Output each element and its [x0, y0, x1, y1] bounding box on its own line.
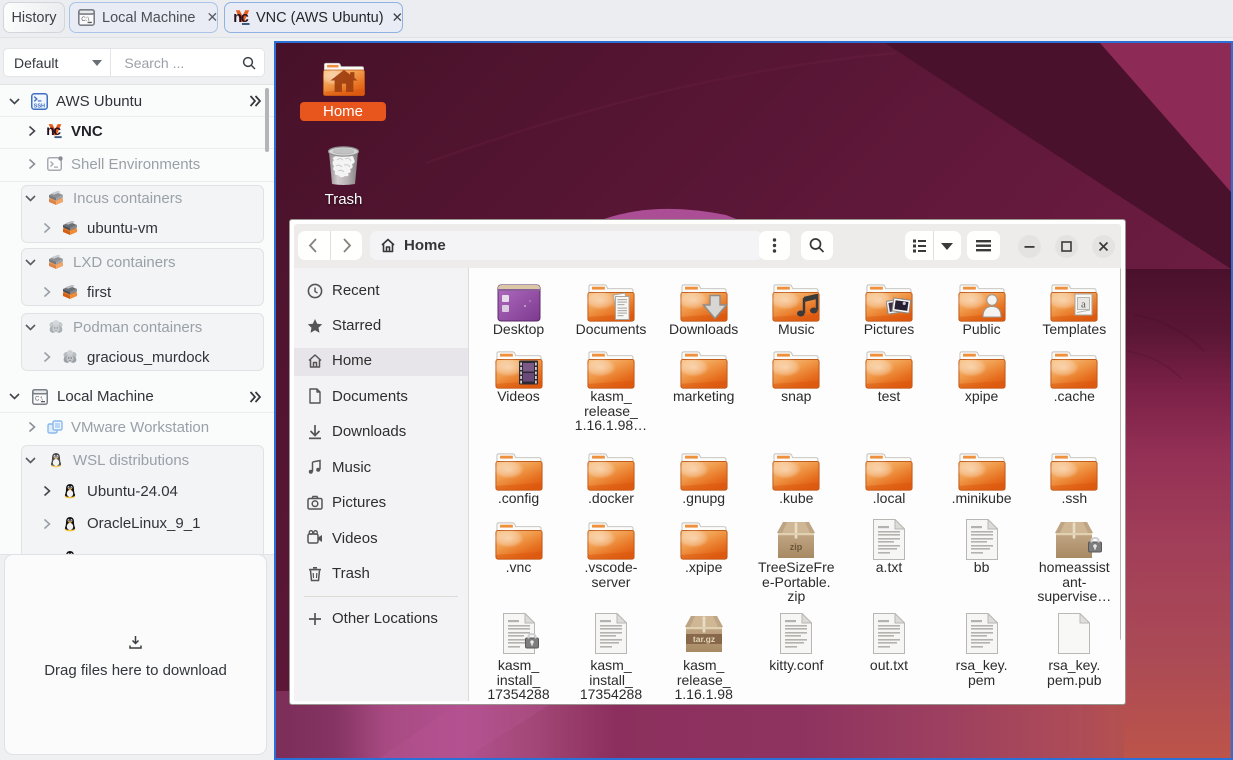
- svg-text:zip: zip: [790, 542, 803, 552]
- svg-text:tar.gz: tar.gz: [693, 634, 715, 644]
- svg-text:a: a: [1081, 299, 1086, 311]
